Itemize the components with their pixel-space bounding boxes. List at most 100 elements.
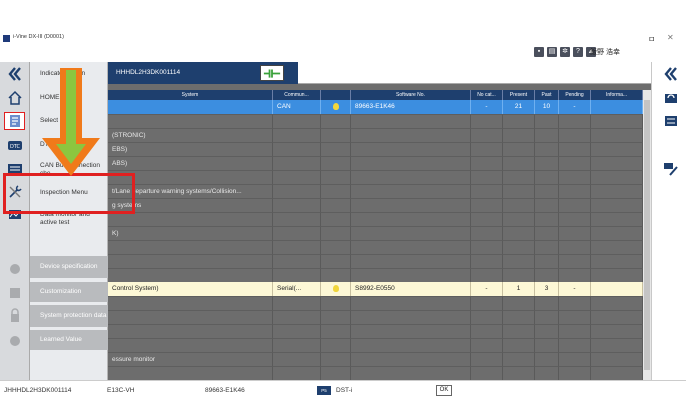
edit-all-icon[interactable] bbox=[660, 160, 681, 178]
customization-icon[interactable] bbox=[4, 284, 25, 302]
table-row[interactable]: Control System) Serial(... S8992-E0550-1 3- bbox=[108, 282, 643, 296]
table-cell-present bbox=[503, 366, 535, 380]
table-row[interactable] bbox=[108, 114, 643, 128]
protection-icon[interactable] bbox=[4, 307, 25, 325]
table-row[interactable]: (STRONIC) bbox=[108, 128, 643, 142]
window-title: i-Vine DX-III (D0001) bbox=[13, 34, 64, 40]
menu-item-system-protection[interactable]: System protection data bbox=[30, 305, 108, 327]
table-row[interactable] bbox=[108, 254, 643, 268]
table-cell-past bbox=[535, 324, 559, 338]
table-cell-system bbox=[108, 310, 273, 324]
gear-icon[interactable]: ✲ bbox=[560, 47, 570, 57]
refresh-icon[interactable] bbox=[660, 89, 681, 107]
table-cell-pending bbox=[559, 198, 591, 212]
transfer-icon[interactable] bbox=[660, 112, 681, 130]
table-cell-software bbox=[351, 310, 471, 324]
table-cell-nocat bbox=[471, 128, 503, 142]
table-cell-info bbox=[591, 282, 643, 296]
table-cell-pending bbox=[559, 212, 591, 226]
table-cell-software bbox=[351, 114, 471, 128]
table-row[interactable] bbox=[108, 268, 643, 282]
column-header[interactable]: Past bbox=[535, 90, 559, 100]
table-cell-info bbox=[591, 240, 643, 254]
vehicle-bar: HHHDL2H3DK001114 bbox=[108, 62, 298, 84]
dtc-icon[interactable]: DTC bbox=[4, 136, 25, 154]
table-cell-pending bbox=[559, 226, 591, 240]
column-header[interactable]: Present bbox=[503, 90, 535, 100]
table-row[interactable] bbox=[108, 170, 643, 184]
table-cell-system: K) bbox=[108, 226, 273, 240]
table-row[interactable]: t/Lane departure warning systems/Collisi… bbox=[108, 184, 643, 198]
minimize-button[interactable]: ㅁ bbox=[648, 34, 655, 45]
table-row[interactable] bbox=[108, 338, 643, 352]
vertical-scrollbar[interactable] bbox=[643, 90, 651, 380]
menu-item-device-spec[interactable]: Device specification bbox=[30, 256, 108, 278]
table-row[interactable]: g systems bbox=[108, 198, 643, 212]
table-cell-nocat bbox=[471, 212, 503, 226]
table-row[interactable]: CAN 89663-E1K46-21 10- bbox=[108, 100, 643, 114]
scroll-thumb[interactable] bbox=[644, 100, 650, 370]
column-header[interactable] bbox=[321, 90, 351, 100]
title-bar: i-Vine DX-III (D0001) ㅁ ✕ bbox=[0, 33, 686, 45]
table-cell-software: S8992-E0550 bbox=[351, 282, 471, 296]
table-row[interactable] bbox=[108, 310, 643, 324]
table-cell-present bbox=[503, 324, 535, 338]
table-cell-software bbox=[351, 142, 471, 156]
table-row[interactable]: EBS) bbox=[108, 142, 643, 156]
device-icon[interactable] bbox=[4, 260, 25, 278]
table-cell-status bbox=[321, 128, 351, 142]
table-cell-pending bbox=[559, 156, 591, 170]
table-cell-present bbox=[503, 184, 535, 198]
table-row[interactable] bbox=[108, 366, 643, 380]
expand-right-icon[interactable] bbox=[660, 65, 681, 83]
vehicle-vin: HHHDL2H3DK001114 bbox=[116, 69, 181, 76]
table-cell-status bbox=[321, 366, 351, 380]
table-cell-past bbox=[535, 170, 559, 184]
connection-icon[interactable] bbox=[260, 65, 284, 81]
table-cell-past bbox=[535, 240, 559, 254]
menu-item-customization[interactable]: Customization bbox=[30, 282, 108, 302]
table-cell-pending: - bbox=[559, 100, 591, 114]
column-header[interactable]: No cat... bbox=[471, 90, 503, 100]
bulb-icon bbox=[333, 285, 339, 292]
table-cell-present bbox=[503, 212, 535, 226]
table-cell-comm bbox=[273, 366, 321, 380]
help-icon[interactable]: ? bbox=[573, 47, 583, 57]
column-header[interactable]: Commun... bbox=[273, 90, 321, 100]
column-header[interactable]: Informa... bbox=[591, 90, 643, 100]
table-row[interactable] bbox=[108, 324, 643, 338]
column-header[interactable]: System bbox=[108, 90, 273, 100]
close-button[interactable]: ✕ bbox=[667, 33, 674, 42]
table-cell-status bbox=[321, 100, 351, 114]
print-icon[interactable]: ▪ bbox=[534, 47, 544, 57]
left-rail: DTC bbox=[0, 62, 30, 380]
table-row[interactable] bbox=[108, 296, 643, 310]
table-row[interactable] bbox=[108, 240, 643, 254]
table-cell-system bbox=[108, 338, 273, 352]
table-cell-status bbox=[321, 338, 351, 352]
table-row[interactable]: ABS) bbox=[108, 156, 643, 170]
bulb-icon bbox=[333, 103, 339, 110]
table-cell-past bbox=[535, 352, 559, 366]
home-icon[interactable] bbox=[4, 89, 25, 107]
table-row[interactable]: essure monitor bbox=[108, 352, 643, 366]
column-header[interactable]: Software No. bbox=[351, 90, 471, 100]
table-cell-nocat bbox=[471, 114, 503, 128]
table-row[interactable] bbox=[108, 212, 643, 226]
table-row[interactable]: K) bbox=[108, 226, 643, 240]
collapse-icon[interactable] bbox=[4, 65, 25, 83]
table-cell-nocat bbox=[471, 296, 503, 310]
table-cell-system bbox=[108, 114, 273, 128]
menu-item-learned-value[interactable]: Learned Value bbox=[30, 330, 108, 350]
select-system-icon[interactable] bbox=[4, 112, 25, 130]
learned-icon[interactable] bbox=[4, 332, 25, 350]
column-header[interactable]: Pending bbox=[559, 90, 591, 100]
status-model: E13C-VH bbox=[107, 387, 135, 394]
printer-icon[interactable]: ▤ bbox=[547, 47, 557, 57]
table-cell-info bbox=[591, 352, 643, 366]
table-cell-comm bbox=[273, 226, 321, 240]
table-cell-info bbox=[591, 114, 643, 128]
table-cell-info bbox=[591, 366, 643, 380]
table-cell-status bbox=[321, 212, 351, 226]
table-cell-status bbox=[321, 268, 351, 282]
